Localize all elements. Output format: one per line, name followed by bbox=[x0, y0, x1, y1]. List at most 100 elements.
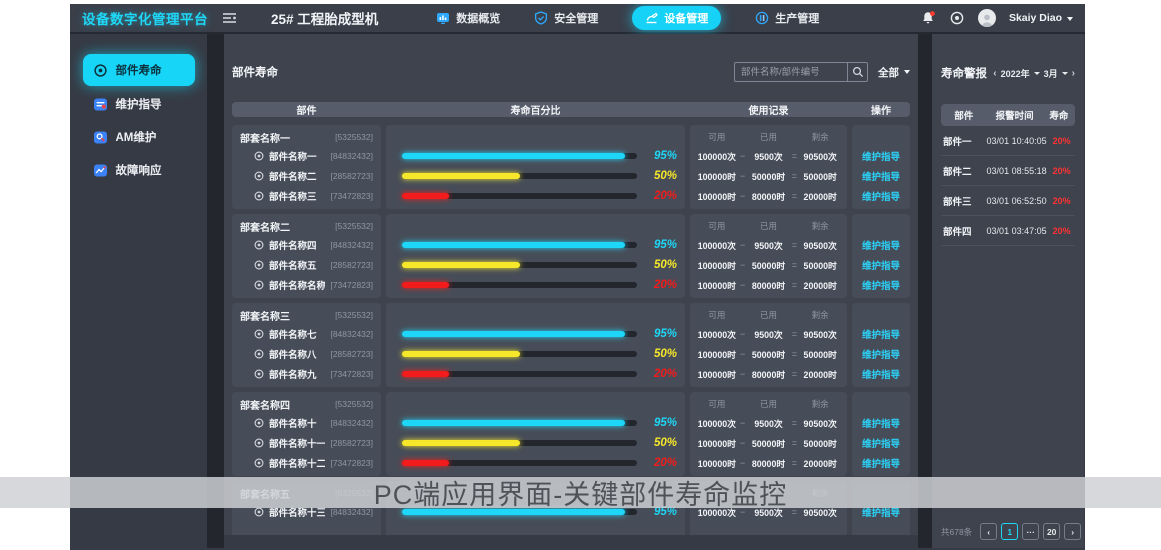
part-row[interactable]: 部件名称一 [84832432] bbox=[232, 146, 381, 166]
alarm-row[interactable]: 部件二 03/01 08:55:18 20% bbox=[941, 156, 1075, 186]
life-bar-fill bbox=[402, 331, 625, 337]
usage-col-used: 已用 bbox=[748, 398, 790, 410]
nav-label: 数据概览 bbox=[456, 10, 500, 26]
group-parts-cell: 部套名称三 [5325532] 部件名称七 bbox=[232, 303, 381, 387]
maintenance-guide-link[interactable]: 维护指导 bbox=[862, 436, 900, 450]
page-button[interactable]: ‹ bbox=[980, 523, 997, 540]
minus-sign: − bbox=[738, 280, 748, 290]
equals-sign: = bbox=[789, 280, 799, 290]
life-bar-track bbox=[402, 193, 637, 199]
part-row[interactable]: 部件名称十二 [73472823] bbox=[232, 453, 381, 473]
part-row[interactable]: 部件名称七 [84832432] bbox=[232, 324, 381, 344]
maintenance-guide-link[interactable]: 维护指导 bbox=[862, 238, 900, 252]
usage-left: 20000时 bbox=[799, 457, 841, 470]
minus-sign: − bbox=[738, 438, 748, 448]
usage-header-row: 可用 已用 剩余 bbox=[690, 217, 847, 235]
maintenance-guide-link[interactable]: 维护指导 bbox=[862, 169, 900, 183]
maintenance-guide-link[interactable]: 维护指导 bbox=[862, 456, 900, 470]
page-button[interactable]: › bbox=[1064, 523, 1081, 540]
alarm-row[interactable]: 部件四 03/01 03:47:05 20% bbox=[941, 216, 1075, 246]
sidebar-item-maintenance-guide[interactable]: 维护指导 bbox=[83, 89, 195, 119]
month-dropdown[interactable]: 3月 bbox=[1044, 67, 1068, 80]
usage-used: 50000时 bbox=[748, 170, 790, 183]
search-button[interactable] bbox=[847, 63, 867, 81]
maintenance-guide-link[interactable]: 维护指导 bbox=[862, 367, 900, 381]
part-name: 部件名称四 bbox=[269, 238, 317, 252]
life-bar-fill bbox=[402, 282, 449, 288]
usage-col-available: 可用 bbox=[696, 398, 738, 410]
maintenance-guide-link[interactable]: 维护指导 bbox=[862, 258, 900, 272]
search-box bbox=[734, 62, 868, 82]
op-row: 维护指导 bbox=[852, 146, 910, 166]
page-button[interactable]: ··· bbox=[1022, 523, 1039, 540]
group-usage-cell: 可用 已用 剩余 100000次 − 9500次 = bbox=[690, 214, 847, 298]
part-group-row: 部套名称三 [5325532] 部件名称七 bbox=[232, 303, 910, 387]
part-row[interactable]: 部件名称四 [84832432] bbox=[232, 235, 381, 255]
nav-item-safety[interactable]: 安全管理 bbox=[534, 10, 598, 26]
maintenance-guide-link[interactable]: 维护指导 bbox=[862, 149, 900, 163]
usage-available: 100000时 bbox=[696, 190, 738, 203]
page-button[interactable]: 20 bbox=[1043, 523, 1060, 540]
maintenance-guide-link[interactable]: 维护指导 bbox=[862, 189, 900, 203]
minus-sign: − bbox=[738, 260, 748, 270]
nav-item-equipment[interactable]: 设备管理 bbox=[632, 6, 721, 30]
page-button[interactable]: 1 bbox=[1001, 523, 1018, 540]
prev-month-button[interactable]: ‹ bbox=[993, 68, 996, 79]
filter-dropdown[interactable]: 全部 bbox=[878, 65, 910, 80]
nav-item-data-overview[interactable]: 数据概览 bbox=[436, 10, 500, 26]
chevron-down-icon bbox=[1034, 72, 1040, 75]
year-dropdown[interactable]: 2022年 bbox=[1001, 67, 1040, 80]
alarm-life-percent: 20% bbox=[1048, 166, 1075, 176]
maintenance-guide-link[interactable]: 维护指导 bbox=[862, 327, 900, 341]
am-maintenance-icon bbox=[93, 130, 108, 145]
machine-title: 25# 工程胎成型机 bbox=[271, 8, 378, 28]
maintenance-guide-link[interactable]: 维护指导 bbox=[862, 416, 900, 430]
part-row[interactable]: 部件名称二 [28582723] bbox=[232, 166, 381, 186]
group-bars-cell: 95% 50% 20% bbox=[386, 214, 685, 298]
next-month-button[interactable]: › bbox=[1072, 68, 1075, 79]
part-row[interactable]: 部件名称名称六... [73472823] bbox=[232, 275, 381, 295]
usage-left: 50000时 bbox=[799, 259, 841, 272]
sidebar-item-fault-response[interactable]: 故障响应 bbox=[83, 155, 195, 185]
part-row[interactable]: 部件名称十 [84832432] bbox=[232, 413, 381, 433]
part-row[interactable]: 部件名称九 [73472823] bbox=[232, 364, 381, 384]
part-target-icon bbox=[254, 458, 264, 468]
alarm-row[interactable]: 部件一 03/01 10:40:05 20% bbox=[941, 126, 1075, 156]
menu-toggle-icon[interactable] bbox=[222, 12, 237, 24]
part-life-panel: 部件寿命 全部 bbox=[224, 34, 918, 535]
maintenance-guide-link[interactable]: 维护指导 bbox=[862, 347, 900, 361]
life-alarm-panel: 寿命警报 ‹ 2022年 3月 › bbox=[932, 34, 1084, 548]
user-avatar[interactable] bbox=[978, 9, 996, 27]
life-bar-fill bbox=[402, 460, 449, 466]
alarm-row[interactable]: 部件三 03/01 06:52:50 20% bbox=[941, 186, 1075, 216]
sidebar-item-part-life[interactable]: 部件寿命 bbox=[83, 54, 195, 86]
notifications-bell-icon[interactable] bbox=[920, 10, 936, 26]
part-code: [28582723] bbox=[330, 260, 373, 270]
part-row[interactable]: 部件名称三 [73472823] bbox=[232, 186, 381, 206]
part-row[interactable]: 部件名称十一 [28582723] bbox=[232, 433, 381, 453]
maintenance-guide-link[interactable]: 维护指导 bbox=[862, 278, 900, 292]
part-code: [84832432] bbox=[330, 507, 373, 517]
spacer bbox=[386, 395, 685, 413]
part-name: 部件名称五 bbox=[269, 258, 317, 272]
part-row[interactable]: 部件名称五 [28582723] bbox=[232, 255, 381, 275]
equals-sign: = bbox=[789, 349, 799, 359]
part-target-icon bbox=[254, 280, 264, 290]
group-ops-cell: 维护指导 维护指导 维护指导 bbox=[852, 214, 910, 298]
user-name: Skaiy Diao bbox=[1009, 12, 1062, 24]
part-name: 部件名称九 bbox=[269, 367, 317, 381]
part-row[interactable]: 部件名称八 [28582723] bbox=[232, 344, 381, 364]
part-name: 部件名称十 bbox=[269, 416, 317, 430]
user-menu[interactable]: Skaiy Diao bbox=[1009, 12, 1073, 24]
topbar: 设备数字化管理平台 25# 工程胎成型机 bbox=[70, 4, 1085, 34]
op-row: 维护指导 bbox=[852, 275, 910, 295]
sidebar-item-am-maintenance[interactable]: AM维护 bbox=[83, 122, 195, 152]
life-bar-row: 20% bbox=[386, 453, 685, 473]
nav-item-production[interactable]: 生产管理 bbox=[755, 10, 819, 26]
usage-col-used: 已用 bbox=[748, 309, 790, 321]
chevron-down-icon bbox=[1062, 72, 1068, 75]
life-bar-track bbox=[402, 440, 637, 446]
search-input[interactable] bbox=[735, 63, 847, 81]
spacer bbox=[852, 306, 910, 324]
settings-target-icon[interactable] bbox=[949, 10, 965, 26]
